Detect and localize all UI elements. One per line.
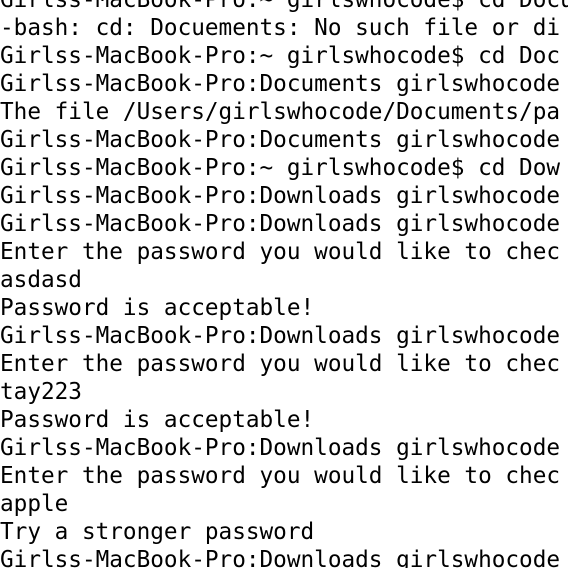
terminal-line: asdasd [0,267,82,293]
terminal-line: Girlss-MacBook-Pro:Downloads girlswhocod… [0,183,561,209]
terminal-line: Girlss-MacBook-Pro:Documents girlswhocod… [0,127,561,153]
terminal-line: The file /Users/girlswhocode/Documents/p… [0,99,561,125]
terminal-line: -bash: cd: Docuements: No such file or d… [0,15,561,41]
terminal-line: Girlss-MacBook-Pro:~ girlswhocode$ cd Do… [0,155,561,181]
terminal-line: apple [0,491,69,517]
terminal-line: Girlss-MacBook-Pro:Downloads girlswhocod… [0,323,561,349]
terminal-line: Try a stronger password [0,519,315,545]
terminal-line: Enter the password you would like to che… [0,351,561,377]
terminal-line: Girlss-MacBook-Pro:Downloads girlswhocod… [0,547,561,568]
terminal-line: Password is acceptable! [0,407,315,433]
terminal-line: Enter the password you would like to che… [0,239,561,265]
terminal-line: Girlss-MacBook-Pro:Downloads girlswhocod… [0,435,561,461]
terminal-output: Girlss-MacBook-Pro:~ girlswhocode$ cd Do… [0,0,568,568]
terminal-line: Girlss-MacBook-Pro:Downloads girlswhocod… [0,211,561,237]
terminal-window[interactable]: Girlss-MacBook-Pro:~ girlswhocode$ cd Do… [0,0,568,568]
terminal-line: Girlss-MacBook-Pro:~ girlswhocode$ cd Do… [0,0,568,13]
terminal-line: Enter the password you would like to che… [0,463,561,489]
terminal-line: tay223 [0,379,82,405]
terminal-line: Password is acceptable! [0,295,315,321]
terminal-line: Girlss-MacBook-Pro:Documents girlswhocod… [0,71,561,97]
terminal-line: Girlss-MacBook-Pro:~ girlswhocode$ cd Do… [0,43,561,69]
